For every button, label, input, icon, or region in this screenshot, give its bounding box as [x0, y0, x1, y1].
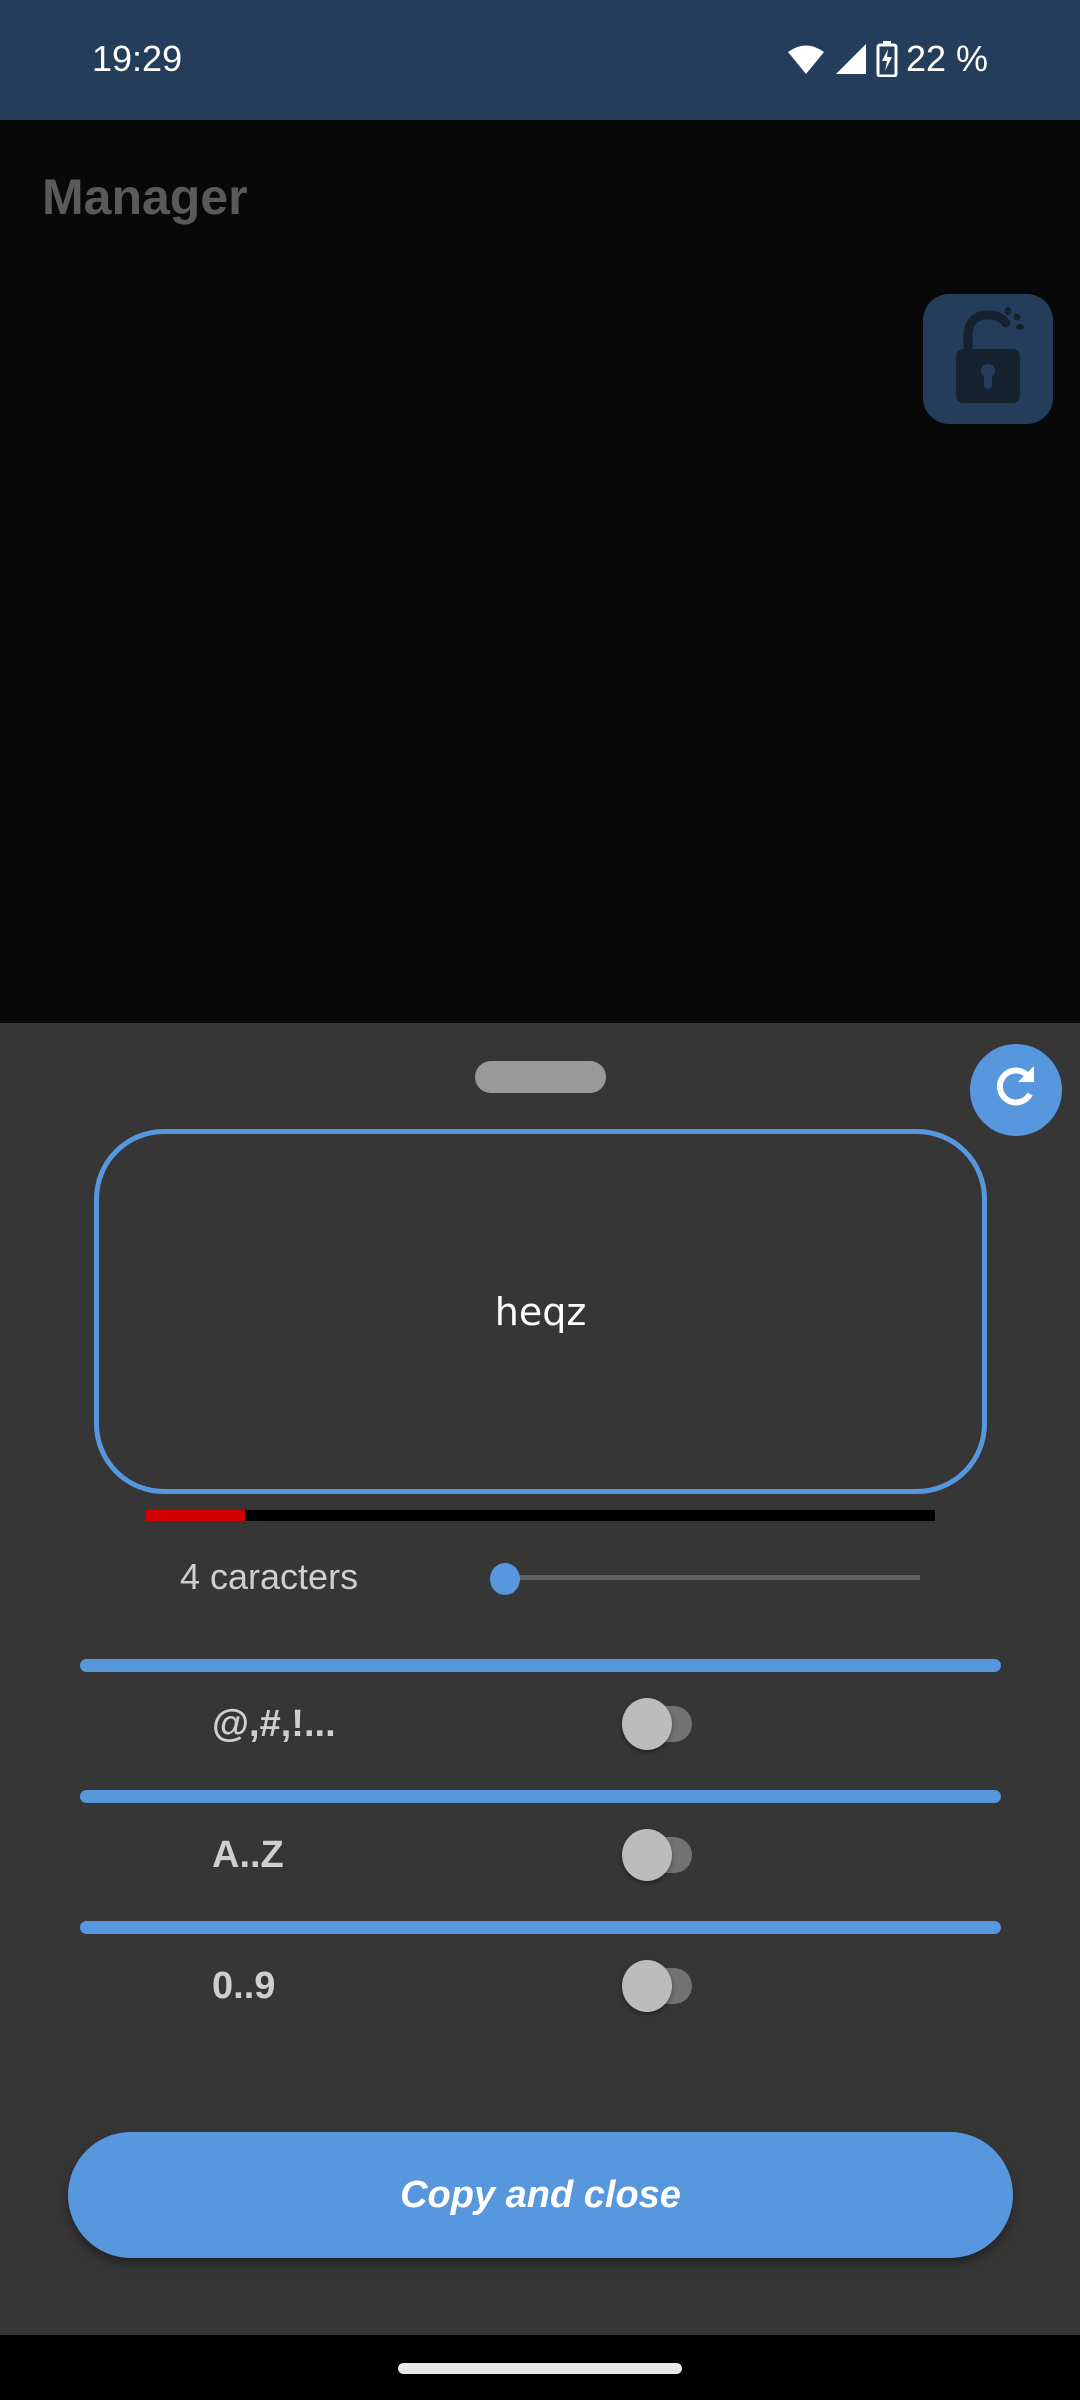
length-slider-track[interactable]	[505, 1575, 920, 1580]
cellular-signal-icon	[834, 42, 868, 76]
password-strength-fill	[146, 1510, 245, 1521]
unlocked-padlock-icon	[948, 306, 1028, 412]
divider	[80, 1921, 1001, 1934]
option-row-digits: 0..9	[0, 1945, 1080, 2025]
navigation-bar	[0, 2335, 1080, 2400]
length-label: 4 caracters	[180, 1556, 359, 1597]
app-title: Manager	[42, 169, 248, 225]
password-display[interactable]: heqz	[94, 1129, 987, 1494]
divider	[80, 1659, 1001, 1672]
toggle-thumb	[622, 1829, 672, 1881]
wifi-icon	[786, 43, 826, 75]
password-generator-sheet: heqz 4 caracters @,#,!... A..Z 0..9 Copy…	[0, 1023, 1080, 2335]
status-bar: 19:29 22 %	[0, 0, 1080, 120]
toggle-uppercase[interactable]	[622, 1829, 710, 1881]
length-slider-thumb[interactable]	[490, 1563, 520, 1595]
drag-handle[interactable]	[475, 1061, 606, 1093]
option-row-uppercase: A..Z	[0, 1814, 1080, 1894]
password-strength-bar	[146, 1510, 935, 1521]
option-label-digits: 0..9	[212, 1965, 276, 2007]
option-row-symbols: @,#,!...	[0, 1683, 1080, 1763]
toggle-thumb	[622, 1960, 672, 2012]
toggle-thumb	[622, 1698, 672, 1750]
home-indicator[interactable]	[398, 2363, 682, 2374]
toggle-symbols[interactable]	[622, 1698, 710, 1750]
refresh-button[interactable]	[970, 1044, 1062, 1136]
status-time: 19:29	[92, 38, 183, 79]
divider	[80, 1790, 1001, 1803]
lock-button[interactable]	[923, 294, 1053, 424]
copy-and-close-label: Copy and close	[400, 2173, 681, 2216]
battery-charging-icon	[876, 41, 898, 77]
battery-percent: 22 %	[905, 38, 988, 79]
refresh-icon	[990, 1062, 1042, 1119]
generated-password: heqz	[494, 1289, 587, 1334]
app-background: Manager	[0, 120, 1080, 1023]
toggle-digits[interactable]	[622, 1960, 710, 2012]
length-slider[interactable]	[490, 1561, 930, 1597]
option-label-uppercase: A..Z	[212, 1834, 284, 1876]
option-label-symbols: @,#,!...	[212, 1703, 336, 1745]
status-icons: 22 %	[786, 38, 988, 80]
copy-and-close-button[interactable]: Copy and close	[68, 2132, 1013, 2258]
